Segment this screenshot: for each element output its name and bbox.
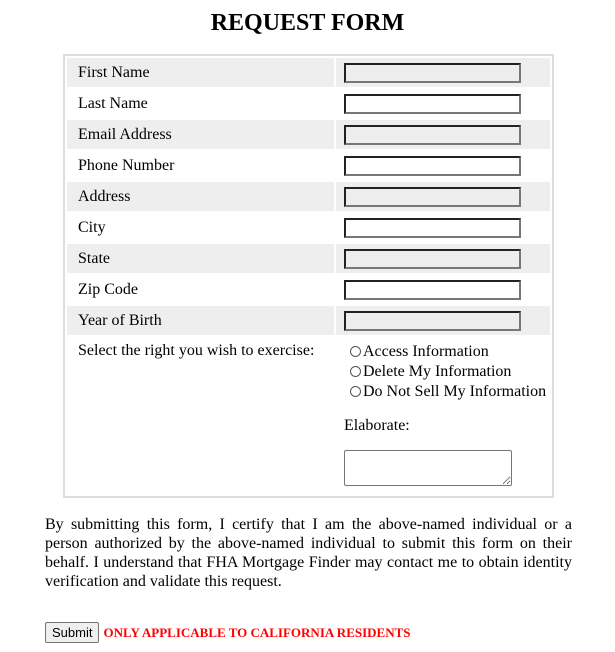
first-name-input[interactable] (344, 63, 521, 83)
zip-code-input[interactable] (344, 280, 521, 300)
radio-delete-information[interactable] (350, 366, 361, 377)
california-notice: ONLY APPLICABLE TO CALIFORNIA RESIDENTS (103, 624, 411, 640)
zip-code-label: Zip Code (78, 281, 138, 298)
right-option-label: Do Not Sell My Information (363, 383, 547, 400)
form-row-city: City (67, 213, 550, 242)
last-name-input[interactable] (344, 94, 521, 114)
form-row-email: Email Address (67, 120, 550, 149)
elaborate-label: Elaborate: (344, 417, 410, 434)
form-row-zip: Zip Code (67, 275, 550, 304)
certification-disclaimer: By submitting this form, I certify that … (45, 516, 572, 590)
rights-options: Access Information Delete My Information… (336, 337, 550, 486)
page-title: REQUEST FORM (210, 10, 405, 36)
radio-do-not-sell[interactable] (350, 386, 361, 397)
submit-row: Submit ONLY APPLICABLE TO CALIFORNIA RES… (45, 622, 411, 643)
right-option-access[interactable]: Access Information (350, 342, 550, 362)
city-label: City (78, 219, 106, 236)
year-of-birth-input[interactable] (344, 311, 521, 331)
email-label: Email Address (67, 120, 334, 149)
form-row-phone: Phone Number (67, 151, 550, 180)
year-of-birth-label: Year of Birth (67, 306, 334, 335)
radio-access-information[interactable] (350, 346, 361, 357)
form-row-rights: Select the right you wish to exercise: A… (67, 337, 550, 486)
right-option-label: Access Information (363, 343, 489, 360)
form-row-first-name: First Name (67, 58, 550, 87)
right-option-label: Delete My Information (363, 363, 512, 380)
email-input[interactable] (344, 125, 521, 145)
state-label: State (67, 244, 334, 273)
right-option-do-not-sell[interactable]: Do Not Sell My Information (350, 382, 550, 402)
right-option-delete[interactable]: Delete My Information (350, 362, 550, 382)
elaborate-textarea[interactable] (344, 450, 512, 486)
request-form-table: First Name Last Name Email Address Phone… (63, 54, 554, 498)
address-input[interactable] (344, 187, 521, 207)
last-name-label: Last Name (78, 95, 148, 112)
form-row-last-name: Last Name (67, 89, 550, 118)
form-row-year-of-birth: Year of Birth (67, 306, 550, 335)
phone-label: Phone Number (78, 157, 175, 174)
rights-label: Select the right you wish to exercise: (78, 342, 315, 359)
address-label: Address (67, 182, 334, 211)
submit-button[interactable]: Submit (45, 622, 100, 643)
phone-input[interactable] (344, 156, 521, 176)
first-name-label: First Name (67, 58, 334, 87)
state-input[interactable] (344, 249, 521, 269)
city-input[interactable] (344, 218, 521, 238)
form-row-address: Address (67, 182, 550, 211)
form-row-state: State (67, 244, 550, 273)
